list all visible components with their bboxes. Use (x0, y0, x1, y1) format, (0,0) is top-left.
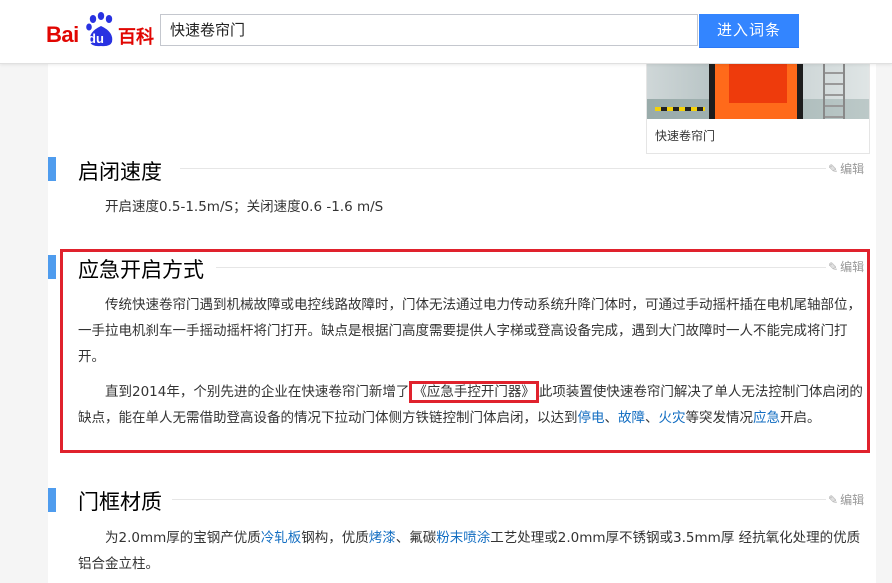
paragraph: 开启速度0.5-1.5m/S；关闭速度0.6 -1.6 m/S (105, 199, 384, 215)
pencil-icon: ✎ (828, 493, 839, 507)
section-title-speed: 启闭速度 (78, 160, 162, 184)
section-marker (48, 488, 56, 512)
text-span: 开启。 (780, 410, 821, 426)
text-span: 、 (645, 410, 659, 426)
edit-label: 编辑 (840, 493, 865, 507)
logo-baike-text: 百科 (118, 27, 154, 48)
text-span: 直到2014年，个别先进的企业在快速卷帘门新增了 (105, 384, 410, 400)
paragraph: 传统快速卷帘门遇到机械故障或电控线路故障时，门体无法通过电力传动系统升降门体时，… (78, 297, 861, 365)
text-span: 、氟碳 (395, 530, 437, 546)
section-title-frame-material: 门框材质 (78, 490, 162, 514)
rolling-door-image[interactable] (647, 63, 869, 119)
link-fire[interactable]: 火灾 (659, 410, 686, 426)
logo-bai-text: Bai (46, 22, 79, 47)
top-header: Bai du 百科 快速卷帘门 进入词条 (0, 0, 892, 64)
section-divider (172, 499, 826, 500)
link-emergency[interactable]: 应急 (753, 410, 780, 426)
edit-link[interactable]: ✎ 编辑 (828, 491, 864, 508)
section-marker (48, 157, 56, 181)
link-powder-coating[interactable]: 粉末喷涂 (436, 530, 490, 546)
search-input[interactable]: 快速卷帘门 (160, 14, 698, 46)
section-divider (180, 168, 826, 169)
image-caption: 快速卷帘门 (655, 129, 716, 143)
paragraph: 为2.0mm厚的宝钢产优质冷轧板钢构，优质烤漆、氟碳粉末喷涂工艺处理或2.0mm… (78, 525, 864, 577)
text-span: 为2.0mm厚的宝钢产优质 (105, 530, 261, 546)
text-span: 钢构，优质 (301, 530, 369, 546)
section-divider (216, 267, 826, 268)
edit-label: 编辑 (840, 260, 865, 274)
article-content: 快速卷帘门 启闭速度 ✎ 编辑 开启速度0.5-1.5m/S；关闭速度0.6 -1… (48, 63, 876, 583)
enter-entry-button[interactable]: 进入词条 (699, 14, 799, 48)
text-span: 、 (604, 410, 619, 426)
logo-du-text: du (88, 31, 104, 46)
text-span: 等突发情况 (685, 410, 754, 426)
link-baking-paint[interactable]: 烤漆 (369, 530, 396, 546)
edit-link[interactable]: ✎ 编辑 (828, 258, 864, 275)
pencil-icon: ✎ (828, 260, 839, 274)
link-power-outage[interactable]: 停电 (578, 410, 605, 426)
section-marker (48, 255, 56, 279)
link-fault[interactable]: 故障 (618, 410, 645, 426)
edit-label: 编辑 (840, 162, 865, 176)
baidu-baike-logo[interactable]: Bai du 百科 (46, 12, 156, 48)
pencil-icon: ✎ (828, 162, 839, 176)
link-cold-rolled-plate[interactable]: 冷轧板 (261, 530, 302, 546)
edit-link[interactable]: ✎ 编辑 (828, 160, 864, 177)
paragraph: 直到2014年，个别先进的企业在快速卷帘门新增了 《应急手控开门器》 此项装置使快速… (78, 379, 864, 431)
emergency-opener-highlight: 《应急手控开门器》 (409, 381, 539, 403)
section-title-emergency: 应急开启方式 (78, 258, 204, 282)
entry-image-card[interactable]: 快速卷帘门 (646, 63, 870, 154)
